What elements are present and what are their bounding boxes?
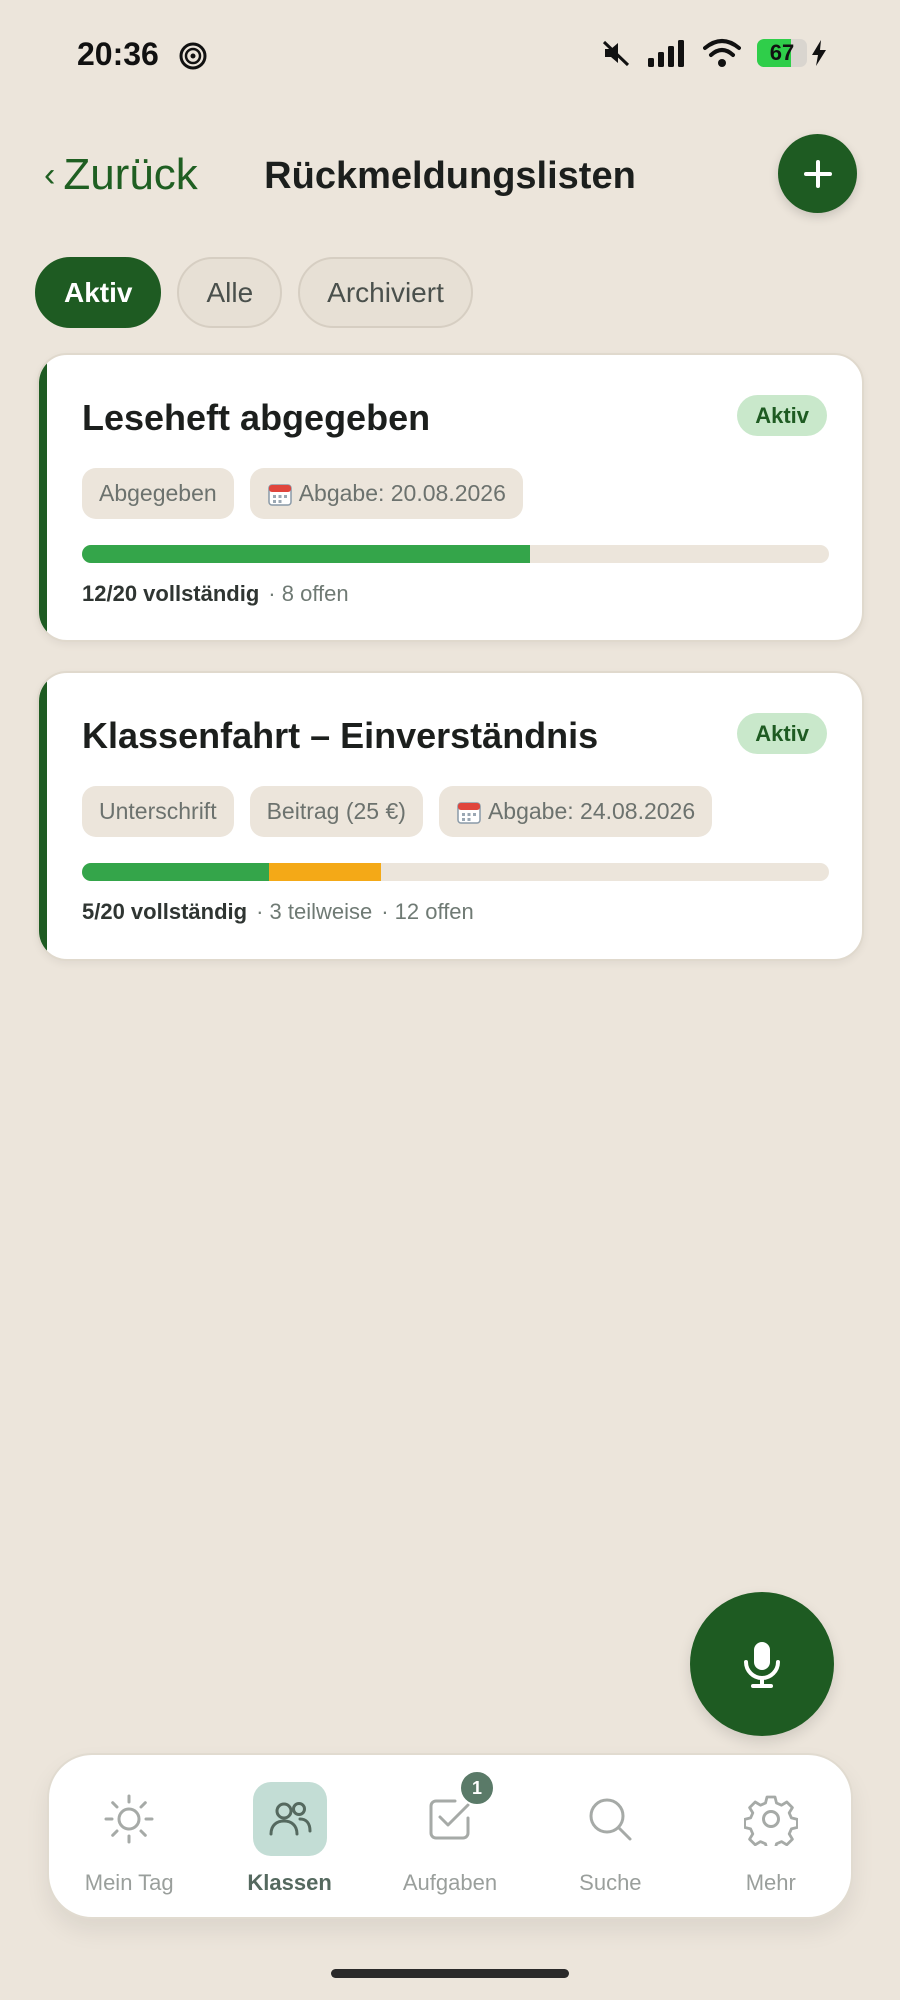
plus-icon <box>803 159 832 188</box>
page-title: Rückmeldungslisten <box>264 155 636 197</box>
battery-icon: 67 <box>757 39 807 67</box>
tag-label: Abgegeben <box>99 480 217 506</box>
tag-list: Abgegeben Abgabe: 20.08.2026 <box>82 468 523 519</box>
status-bar: 20:36 67 <box>0 0 900 110</box>
signal-icon <box>648 40 684 67</box>
nav-icon-container <box>573 1782 647 1856</box>
progress-complete <box>82 863 269 881</box>
status-time: 20:36 <box>77 36 159 72</box>
progress-summary: 5/20 vollständig · 3 teilweise · 12 offe… <box>82 899 474 925</box>
nav-label: Suche <box>579 1870 642 1895</box>
microphone-icon <box>744 1642 780 1688</box>
summary-open: · 8 offen <box>268 581 349 606</box>
progress-summary: 12/20 vollständig · 8 offen <box>82 581 349 607</box>
mute-icon <box>602 40 630 67</box>
nav-label: Mehr <box>745 1870 796 1895</box>
tag-list: Unterschrift Beitrag (25 €) Abgabe: 24.0… <box>82 786 713 837</box>
app-screen: 20:36 67 ‹ Zurück Rückmeldungslisten Akt… <box>0 0 900 2000</box>
list-card[interactable]: Leseheft abgegeben Aktiv Abgegeben Abgab… <box>37 353 864 642</box>
voice-input-button[interactable] <box>690 1592 834 1736</box>
due-date-tag: Abgabe: 24.08.2026 <box>438 786 713 837</box>
nav-icon-container <box>92 1782 166 1856</box>
progress-bar <box>82 545 829 563</box>
summary-open: · 12 offen <box>381 899 474 924</box>
progress-complete <box>82 545 531 563</box>
card-title: Leseheft abgegeben <box>82 397 431 438</box>
progress-partial <box>268 863 381 881</box>
summary-complete: 12/20 vollständig <box>82 581 260 606</box>
filter-chip-aktiv[interactable]: Aktiv <box>35 257 162 328</box>
charging-icon <box>812 40 826 66</box>
status-badge: Aktiv <box>737 395 827 436</box>
list-card[interactable]: Klassenfahrt – Einverständnis Aktiv Unte… <box>37 671 864 961</box>
summary-complete: 5/20 vollständig <box>82 899 248 924</box>
nav-icon-container: 1 <box>413 1770 495 1856</box>
card-accent <box>39 355 47 640</box>
wifi-icon <box>703 39 741 67</box>
search-icon <box>589 1798 632 1841</box>
nav-icon-container <box>734 1782 808 1856</box>
tag-label: Unterschrift <box>99 798 217 824</box>
progress-bar <box>82 863 829 881</box>
card-accent <box>39 673 47 959</box>
tag-label: Abgabe: 20.08.2026 <box>298 480 506 506</box>
nav-item-aufgaben[interactable]: 1 Aufgaben <box>380 1755 520 1921</box>
bottom-navigation: Mein Tag Klassen 1 Aufgaben Suche Mehr <box>47 1753 853 1919</box>
filter-chip-alle[interactable]: Alle <box>177 257 283 328</box>
nav-item-suche[interactable]: Suche <box>540 1755 680 1921</box>
sun-icon <box>104 1794 154 1844</box>
filter-chip-archiviert[interactable]: Archiviert <box>298 257 473 328</box>
focus-icon <box>179 42 207 70</box>
tag-label: Beitrag (25 €) <box>266 798 406 824</box>
nav-label: Aufgaben <box>402 1870 498 1895</box>
due-date-tag: Abgabe: 20.08.2026 <box>249 468 523 519</box>
nav-label: Klassen <box>247 1870 332 1895</box>
tag-label: Abgabe: 24.08.2026 <box>487 798 696 824</box>
status-badge: Aktiv <box>737 713 827 754</box>
header: ‹ Zurück Rückmeldungslisten <box>0 130 900 220</box>
people-icon <box>269 1802 312 1836</box>
battery-level: 67 <box>769 40 795 65</box>
home-indicator <box>331 1969 569 1978</box>
filter-bar: Aktiv Alle Archiviert <box>35 257 473 328</box>
nav-item-mehr[interactable]: Mehr <box>701 1755 841 1921</box>
nav-icon-container <box>252 1782 327 1856</box>
summary-partial: · 3 teilweise <box>256 899 373 924</box>
nav-label: Mein Tag <box>84 1870 174 1895</box>
notification-badge: 1 <box>458 1770 495 1806</box>
tag: Unterschrift <box>82 786 234 837</box>
add-list-button[interactable] <box>778 134 857 213</box>
calendar-icon <box>457 801 481 824</box>
tag: Abgegeben <box>82 468 234 519</box>
card-title: Klassenfahrt – Einverständnis <box>82 715 599 756</box>
status-icons: 67 <box>601 38 827 68</box>
nav-item-klassen[interactable]: Klassen <box>220 1755 360 1921</box>
calendar-icon <box>267 483 292 506</box>
tag: Beitrag (25 €) <box>249 786 423 837</box>
nav-item-mein-tag[interactable]: Mein Tag <box>59 1755 199 1921</box>
gear-icon <box>743 1795 798 1846</box>
